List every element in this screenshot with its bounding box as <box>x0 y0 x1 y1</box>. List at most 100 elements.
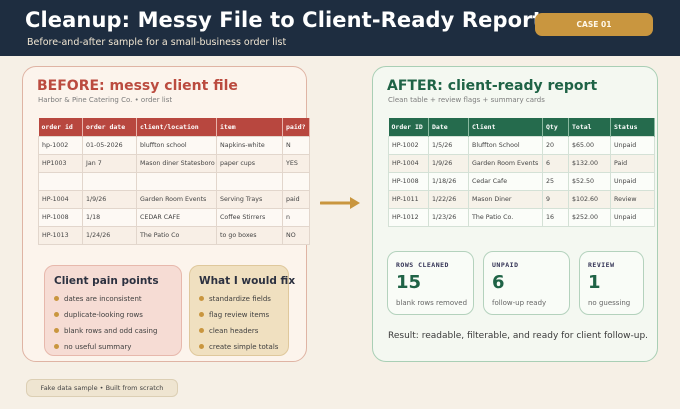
column-header: Status <box>610 118 655 136</box>
table-header-row: Order ID Date Client Qty Total Status <box>388 118 655 136</box>
list-item: standardize fields <box>199 293 278 309</box>
page-subtitle: Before-and-after sample for a small-busi… <box>27 37 287 48</box>
table-cell: Jan 7 <box>82 153 137 173</box>
table-cell: N <box>282 135 310 155</box>
table-row: HP-1008 1/18/26 Cedar Cafe 25 $52.50 Unp… <box>388 171 655 191</box>
table-cell: $65.00 <box>568 135 611 155</box>
stat-label: ROWS CLEANED <box>396 261 449 269</box>
table-row: HP-1002 1/5/26 Bluffton School 20 $65.00… <box>388 135 655 155</box>
column-header: Date <box>428 118 469 136</box>
table-cell: The Patio Co <box>136 225 217 245</box>
stat-label: UNPAID <box>492 261 519 269</box>
table-cell: 1/23/26 <box>428 207 469 227</box>
table-cell: 1/9/26 <box>428 153 469 173</box>
table-cell: 1/18 <box>82 207 137 227</box>
table-cell: Paid <box>610 153 655 173</box>
table-cell: 01-05-2026 <box>82 135 137 155</box>
table-cell: The Patio Co. <box>468 207 543 227</box>
table-row: HP-1004 1/9/26 Garden Room Events 6 $132… <box>388 153 655 173</box>
stat-label: REVIEW <box>588 261 615 269</box>
column-header: Order ID <box>388 118 429 136</box>
list-item: no useful summary <box>54 341 157 357</box>
list-item: clean headers <box>199 325 278 341</box>
table-cell: Garden Room Events <box>468 153 543 173</box>
fixes-title: What I would fix <box>199 275 296 287</box>
table-cell: $132.00 <box>568 153 611 173</box>
case-badge: CASE 01 <box>535 13 653 36</box>
list-item: duplicate-looking rows <box>54 309 157 325</box>
table-cell: Review <box>610 189 655 209</box>
table-cell: $52.50 <box>568 171 611 191</box>
table-cell: HP-1002 <box>388 135 429 155</box>
table-row: hp-1002 01-05-2026 bluffton school Napki… <box>38 135 310 155</box>
table-cell: 16 <box>542 207 569 227</box>
stat-card-unpaid: UNPAID 6 follow-up ready <box>483 251 570 315</box>
column-header: order id <box>38 118 83 136</box>
table-cell: NO <box>282 225 310 245</box>
list-item: flag review items <box>199 309 278 325</box>
table-cell: Serving Trays <box>216 189 283 209</box>
table-cell: HP-1011 <box>388 189 429 209</box>
table-cell: paid <box>282 189 310 209</box>
table-cell: 6 <box>542 153 569 173</box>
table-cell: Bluffton School <box>468 135 543 155</box>
stat-caption: blank rows removed <box>396 299 468 307</box>
messy-table: order id order date client/location item… <box>38 118 310 245</box>
column-header: paid? <box>282 118 310 136</box>
table-cell: $102.60 <box>568 189 611 209</box>
table-cell: Garden Room Events <box>136 189 217 209</box>
column-header: Qty <box>542 118 569 136</box>
before-subtitle: Harbor & Pine Catering Co. • order list <box>38 96 173 104</box>
table-cell: 1/22/26 <box>428 189 469 209</box>
fixes-box: What I would fix standardize fields flag… <box>189 265 295 357</box>
table-cell: hp-1002 <box>38 135 83 155</box>
table-cell: Napkins-white <box>216 135 283 155</box>
table-cell: 25 <box>542 171 569 191</box>
table-row: HP-1011 1/22/26 Mason Diner 9 $102.60 Re… <box>388 189 655 209</box>
table-cell <box>38 171 83 191</box>
table-row: HP-1012 1/23/26 The Patio Co. 16 $252.00… <box>388 207 655 227</box>
table-cell: HP-1004 <box>388 153 429 173</box>
table-cell: 1/18/26 <box>428 171 469 191</box>
table-cell: 9 <box>542 189 569 209</box>
table-cell: Unpaid <box>610 171 655 191</box>
table-cell: 1/5/26 <box>428 135 469 155</box>
table-cell: Unpaid <box>610 135 655 155</box>
pain-points-box: Client pain points dates are inconsisten… <box>44 265 182 356</box>
page-header: Cleanup: Messy File to Client-Ready Repo… <box>0 0 680 56</box>
table-cell: Mason diner Statesboro <box>136 153 217 173</box>
result-text: Result: readable, filterable, and ready … <box>388 331 649 341</box>
after-title: AFTER: client-ready report <box>387 78 598 94</box>
before-title: BEFORE: messy client file <box>37 78 238 94</box>
table-cell: HP1003 <box>38 153 83 173</box>
list-item: create simple totals <box>199 341 278 357</box>
clean-table: Order ID Date Client Qty Total Status HP… <box>388 118 655 227</box>
table-cell: HP-1008 <box>388 171 429 191</box>
table-cell: HP-1013 <box>38 225 83 245</box>
table-cell: $252.00 <box>568 207 611 227</box>
stat-value: 1 <box>588 272 601 293</box>
stat-card-rows-cleaned: ROWS CLEANED 15 blank rows removed <box>387 251 474 315</box>
after-subtitle: Clean table + review flags + summary car… <box>388 96 545 104</box>
table-cell: Coffee Stirrers <box>216 207 283 227</box>
column-header: order date <box>82 118 137 136</box>
column-header: Total <box>568 118 611 136</box>
list-item: dates are inconsistent <box>54 293 157 309</box>
column-header: item <box>216 118 283 136</box>
table-cell: YES <box>282 153 310 173</box>
table-cell: HP-1008 <box>38 207 83 227</box>
pain-points-list: dates are inconsistent duplicate-looking… <box>54 293 157 357</box>
table-cell <box>136 171 217 191</box>
table-row: HP1003 Jan 7 Mason diner Statesboro pape… <box>38 153 310 173</box>
fixes-list: standardize fields flag review items cle… <box>199 293 278 357</box>
table-cell: Mason Diner <box>468 189 543 209</box>
table-row: HP-1013 1/24/26 The Patio Co to go boxes… <box>38 225 310 245</box>
table-cell: Cedar Cafe <box>468 171 543 191</box>
table-cell: Unpaid <box>610 207 655 227</box>
table-cell: to go boxes <box>216 225 283 245</box>
table-cell <box>216 171 283 191</box>
table-row: HP-1008 1/18 CEDAR CAFE Coffee Stirrers … <box>38 207 310 227</box>
table-cell: n <box>282 207 310 227</box>
list-item: blank rows and odd casing <box>54 325 157 341</box>
table-cell: CEDAR CAFE <box>136 207 217 227</box>
